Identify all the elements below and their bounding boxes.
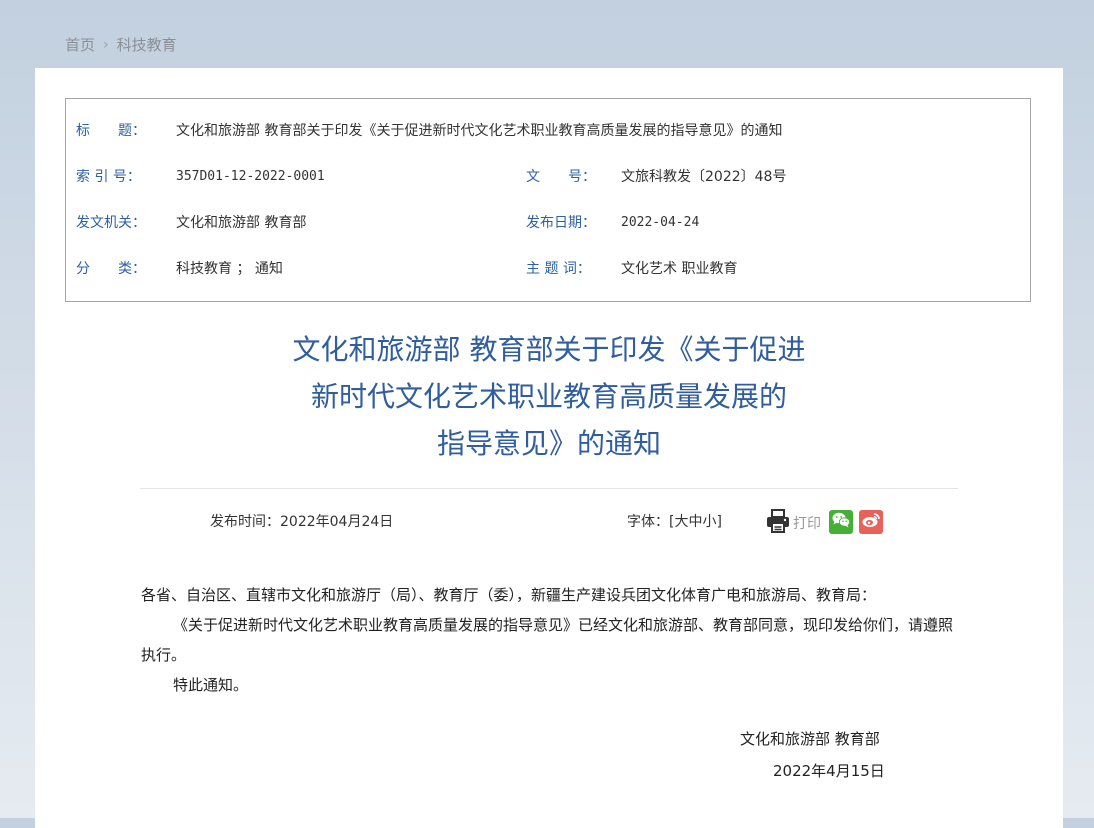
font-size-medium-link[interactable]: 中 xyxy=(688,514,702,530)
print-button[interactable]: 打印 xyxy=(765,508,821,538)
meta-keywords-label: 主 题 词： xyxy=(526,261,591,277)
meta-docno-value: 文旅科教发〔2022〕48号 xyxy=(621,169,787,185)
body-paragraph-main: 《关于促进新时代文化艺术职业教育高质量发展的指导意见》已经文化和旅游部、教育部同… xyxy=(141,616,954,664)
meta-title-value: 文化和旅游部 教育部关于印发《关于促进新时代文化艺术职业教育高质量发展的指导意见… xyxy=(176,123,783,139)
signature-date: 2022年4月15日 xyxy=(773,762,885,780)
weibo-share-button[interactable] xyxy=(859,510,883,534)
meta-category-value: 科技教育 ； 通知 xyxy=(176,261,283,277)
document-title-line-3: 指导意见》的通知 xyxy=(436,427,661,460)
meta-index-label: 索 引 号： xyxy=(76,169,141,185)
breadcrumb-home-link[interactable]: 首页 xyxy=(65,34,95,55)
breadcrumb: 首页 › 科技教育 xyxy=(65,34,177,55)
body-paragraph-addressees: 各省、自治区、直辖市文化和旅游厅（局）、教育厅（委），新疆生产建设兵团文化体育广… xyxy=(141,586,877,604)
chevron-right-icon: › xyxy=(103,36,109,53)
body-paragraph-closing: 特此通知。 xyxy=(173,676,249,694)
meta-issuer-value: 文化和旅游部 教育部 xyxy=(176,215,307,231)
title-divider xyxy=(140,488,958,489)
meta-date-value: 2022-04-24 xyxy=(621,215,700,230)
wechat-icon xyxy=(831,511,851,533)
meta-docno-label: 文 号： xyxy=(526,169,596,185)
article-card: 标 题： 文化和旅游部 教育部关于印发《关于促进新时代文化艺术职业教育高质量发展… xyxy=(35,68,1063,828)
meta-date-label: 发布日期： xyxy=(526,215,596,231)
document-body: 各省、自治区、直辖市文化和旅游厅（局）、教育厅（委），新疆生产建设兵团文化体育广… xyxy=(141,580,961,700)
font-size-large-link[interactable]: 大 xyxy=(674,514,688,530)
meta-keywords-value: 文化艺术 职业教育 xyxy=(621,261,738,277)
meta-index-value: 357D01-12-2022-0001 xyxy=(176,169,325,184)
publish-time-label: 发布时间： xyxy=(210,514,280,530)
meta-row-title: 标 题： 文化和旅游部 教育部关于印发《关于促进新时代文化艺术职业教育高质量发展… xyxy=(66,119,1030,143)
font-size-bracket-close: ] xyxy=(716,514,722,530)
font-size-label: 字体： xyxy=(627,514,669,530)
meta-issuer-label: 发文机关： xyxy=(76,215,146,231)
signature-org: 文化和旅游部 教育部 xyxy=(740,730,880,748)
font-size-small-link[interactable]: 小 xyxy=(702,514,716,530)
meta-row-category: 分 类： 科技教育 ； 通知 主 题 词： 文化艺术 职业教育 xyxy=(66,257,1030,281)
meta-title-label: 标 题： xyxy=(76,123,146,139)
publish-time-value: 2022年04月24日 xyxy=(280,514,394,530)
meta-row-index: 索 引 号： 357D01-12-2022-0001 文 号： 文旅科教发〔20… xyxy=(66,165,1030,189)
document-title-line-2: 新时代文化艺术职业教育高质量发展的 xyxy=(310,380,787,413)
document-title: 文化和旅游部 教育部关于印发《关于促进 新时代文化艺术职业教育高质量发展的 指导… xyxy=(35,326,1063,467)
font-size-control: 字体：[大中小] xyxy=(627,512,722,532)
breadcrumb-section-link[interactable]: 科技教育 xyxy=(117,34,177,55)
meta-category-label: 分 类： xyxy=(76,261,146,277)
print-label: 打印 xyxy=(793,516,821,532)
wechat-share-button[interactable] xyxy=(829,510,853,534)
weibo-icon xyxy=(861,511,881,533)
publish-time: 发布时间：2022年04月24日 xyxy=(210,512,393,532)
document-metadata-table: 标 题： 文化和旅游部 教育部关于印发《关于促进新时代文化艺术职业教育高质量发展… xyxy=(65,98,1031,302)
printer-icon xyxy=(765,508,791,538)
document-title-line-1: 文化和旅游部 教育部关于印发《关于促进 xyxy=(292,333,806,366)
meta-row-issuer: 发文机关： 文化和旅游部 教育部 发布日期： 2022-04-24 xyxy=(66,211,1030,235)
